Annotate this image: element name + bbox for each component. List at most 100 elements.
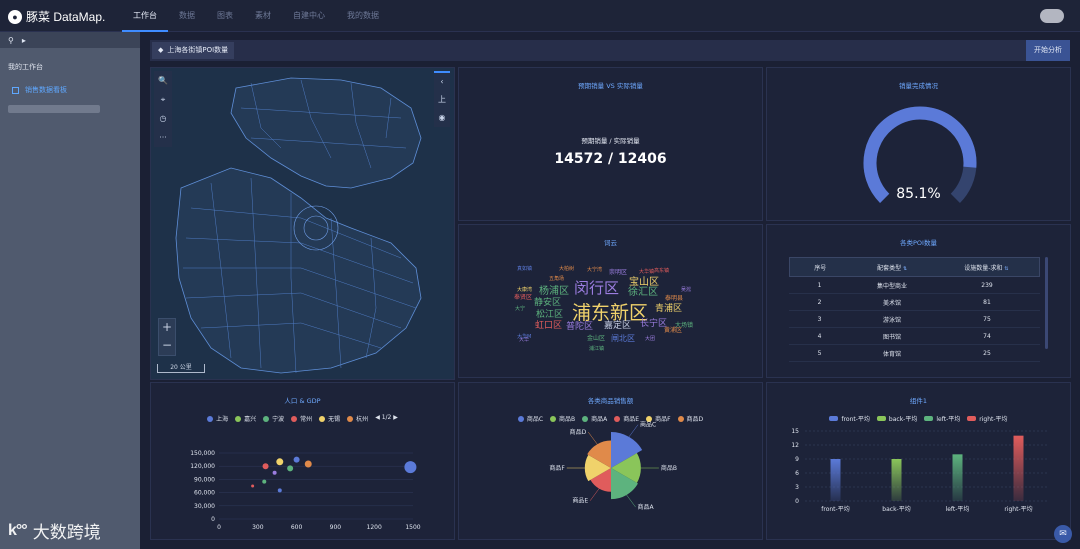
scatter-point [262, 479, 267, 484]
scatter-point [272, 470, 277, 475]
dashboard-icon [12, 86, 19, 94]
bar-chart: 0 3 6 9 12 15 front-平均 back-平均 left-平均 right-平均 [791, 428, 1049, 513]
y-tick-label: 90,000 [194, 476, 215, 483]
nav-my-data[interactable]: 我的数据 [336, 0, 390, 32]
map-search-icon[interactable]: 🔍 [158, 71, 168, 90]
blurred-item [8, 105, 100, 113]
nav-assets[interactable]: 素材 [244, 0, 282, 32]
table-cell: 2 [817, 298, 822, 306]
word: 崇明区 [609, 269, 628, 276]
word: 闵行区 [574, 279, 620, 297]
gauge-value: 85.1% [896, 186, 941, 202]
nav-workbench[interactable]: 工作台 [122, 0, 168, 32]
col-header-count[interactable]: 设施数量-求和 ⇅ [934, 263, 1039, 272]
x-tick-label: 600 [291, 524, 303, 531]
poi-table-panel: 各类POI数量 序号 配套类型 ⇅ 设施数量-求和 ⇅ 1 集中型商业 239 2 美术… [766, 224, 1071, 378]
word: 徐汇区 [628, 287, 658, 298]
word: 泰明县 [665, 295, 684, 302]
word: 大宁湾 [587, 267, 603, 273]
rose-chart: 商品C 商品B 商品A 商品E 商品F 商品D [549, 421, 677, 511]
y-tick-label: 6 [795, 470, 799, 477]
word: 大华M [517, 334, 532, 340]
collapse-icon[interactable]: ‹ [440, 73, 443, 91]
table-row[interactable]: 2 美术馆 81 [789, 294, 1040, 311]
word: 大宁 [515, 306, 526, 312]
sales-by-product-panel: 各类商品销售额 商品C 商品B 商品A 商品E 商品F 商品D 商品C 商品B 商品A 商品E 商… [458, 382, 763, 540]
col-header-index[interactable]: 序号 [790, 263, 851, 272]
poi-table: 序号 配套类型 ⇅ 设施数量-求和 ⇅ 1 集中型商业 239 2 美术馆 81 3 游泳馆 7… [789, 257, 1040, 362]
table-row[interactable]: 1 集中型商业 239 [789, 277, 1040, 294]
scatter-point [277, 488, 282, 493]
watermark-logo: k°° [8, 521, 28, 539]
sort-icon: ⇅ [903, 265, 908, 272]
word: 长宁区 [640, 319, 668, 329]
map-pin-icon[interactable]: ⌖ [161, 90, 166, 109]
x-tick-label: 900 [330, 524, 342, 531]
word: 虹口区 [535, 321, 563, 331]
map-scale: 20 公里 [157, 364, 205, 373]
map-up-button[interactable]: 上 [438, 91, 446, 109]
start-analysis-button[interactable]: 开始分析 [1026, 40, 1070, 61]
scatter-point [304, 460, 312, 468]
col-header-type[interactable]: 配套类型 ⇅ [851, 263, 934, 272]
scatter-point [251, 484, 255, 488]
population-gdp-panel: 人口 & GDP 上海 嘉兴 宁波 常州 无锡 杭州 ◀ 1/2 ▶ 0 30,000 60,0… [150, 382, 455, 540]
word: 大场镇 [675, 322, 694, 329]
zoom-control: + − [158, 318, 176, 356]
map-clock-icon[interactable]: ◷ [160, 109, 167, 128]
sales-value: 14572 / 12406 [554, 151, 667, 167]
y-tick-label: 60,000 [194, 490, 215, 497]
top-bar: ● 豚菜 DataMap. 工作台 数据 图表 素材 自建中心 我的数据 [0, 0, 1080, 32]
table-row[interactable]: 3 游泳馆 75 [789, 311, 1040, 328]
y-tick-label: 150,000 [190, 450, 215, 457]
word: 五角场 [549, 276, 565, 282]
x-tick-label: 0 [217, 524, 221, 531]
map-more-icon[interactable]: ··· [159, 128, 167, 147]
word: 大团 [645, 336, 656, 342]
table-row[interactable]: 5 体育馆 25 [789, 345, 1040, 362]
sort-icon: ⇅ [1004, 265, 1009, 272]
label-line [626, 494, 636, 508]
sidebar-search[interactable]: ⚲ ▸ [0, 32, 140, 48]
scatter-point [293, 456, 300, 463]
map-panel[interactable]: 🔍 ⌖ ◷ ··· ‹ 上 ◉ + − 20 公里 [150, 67, 455, 380]
board-title-text: 上海各街镇POI数量 [167, 46, 229, 54]
label-line [588, 431, 598, 445]
x-tick-label: 300 [252, 524, 264, 531]
word: 浦江镇 [589, 346, 605, 352]
board-title[interactable]: ◆ 上海各街镇POI数量 [152, 42, 235, 59]
bar [1013, 435, 1024, 501]
zoom-out-button[interactable]: − [159, 337, 175, 355]
nav-charts[interactable]: 图表 [206, 0, 244, 32]
table-row[interactable]: 4 图书馆 74 [789, 328, 1040, 345]
wordcloud-panel: 词云 浦东新区 闵行区 徐汇区 宝山区 杨浦区 静安区 松江区 虹口区 普陀区 嘉定区 长宁区 青浦区… [458, 224, 763, 378]
app-logo[interactable]: ● 豚菜 DataMap. [8, 8, 105, 25]
sidebar-item-dashboard[interactable]: 销售数据看板 [0, 72, 140, 95]
locate-icon[interactable]: ◉ [439, 109, 446, 127]
table-cell: 1 [817, 281, 822, 289]
word: 奉贤区 [514, 294, 533, 301]
avatar[interactable] [1040, 9, 1064, 23]
scatter-chart: 0 30,000 60,000 90,000 120,000 150,000 0 300 600… [190, 450, 421, 531]
word: 闸北区 [611, 334, 635, 343]
main-area: ◆ 上海各街镇POI数量 开始分析 🔍 ⌖ ◷ ··· ‹ 上 ◉ + − 20… [140, 32, 1080, 549]
bar [952, 454, 963, 501]
chat-icon[interactable]: ✉ [1054, 525, 1072, 543]
bar [891, 459, 902, 501]
word: 静安区 [534, 298, 562, 308]
nav-center[interactable]: 自建中心 [282, 0, 336, 32]
y-tick-label: 0 [211, 516, 215, 523]
shanghai-map[interactable] [151, 68, 455, 380]
nav-data[interactable]: 数据 [168, 0, 206, 32]
table-cell: 81 [983, 298, 991, 306]
zoom-in-button[interactable]: + [159, 319, 175, 337]
search-icon[interactable]: ⚲ [8, 36, 14, 45]
sidebar-title: 我的工作台 [8, 63, 43, 71]
table-scrollbar[interactable] [1045, 257, 1048, 349]
slice-label: 商品C [640, 421, 656, 429]
table-cell: 5 [817, 349, 822, 357]
scatter-point [287, 465, 294, 472]
table-header: 序号 配套类型 ⇅ 设施数量-求和 ⇅ [789, 257, 1040, 277]
play-icon[interactable]: ▸ [22, 36, 26, 45]
word: 普陀区 [566, 322, 594, 332]
